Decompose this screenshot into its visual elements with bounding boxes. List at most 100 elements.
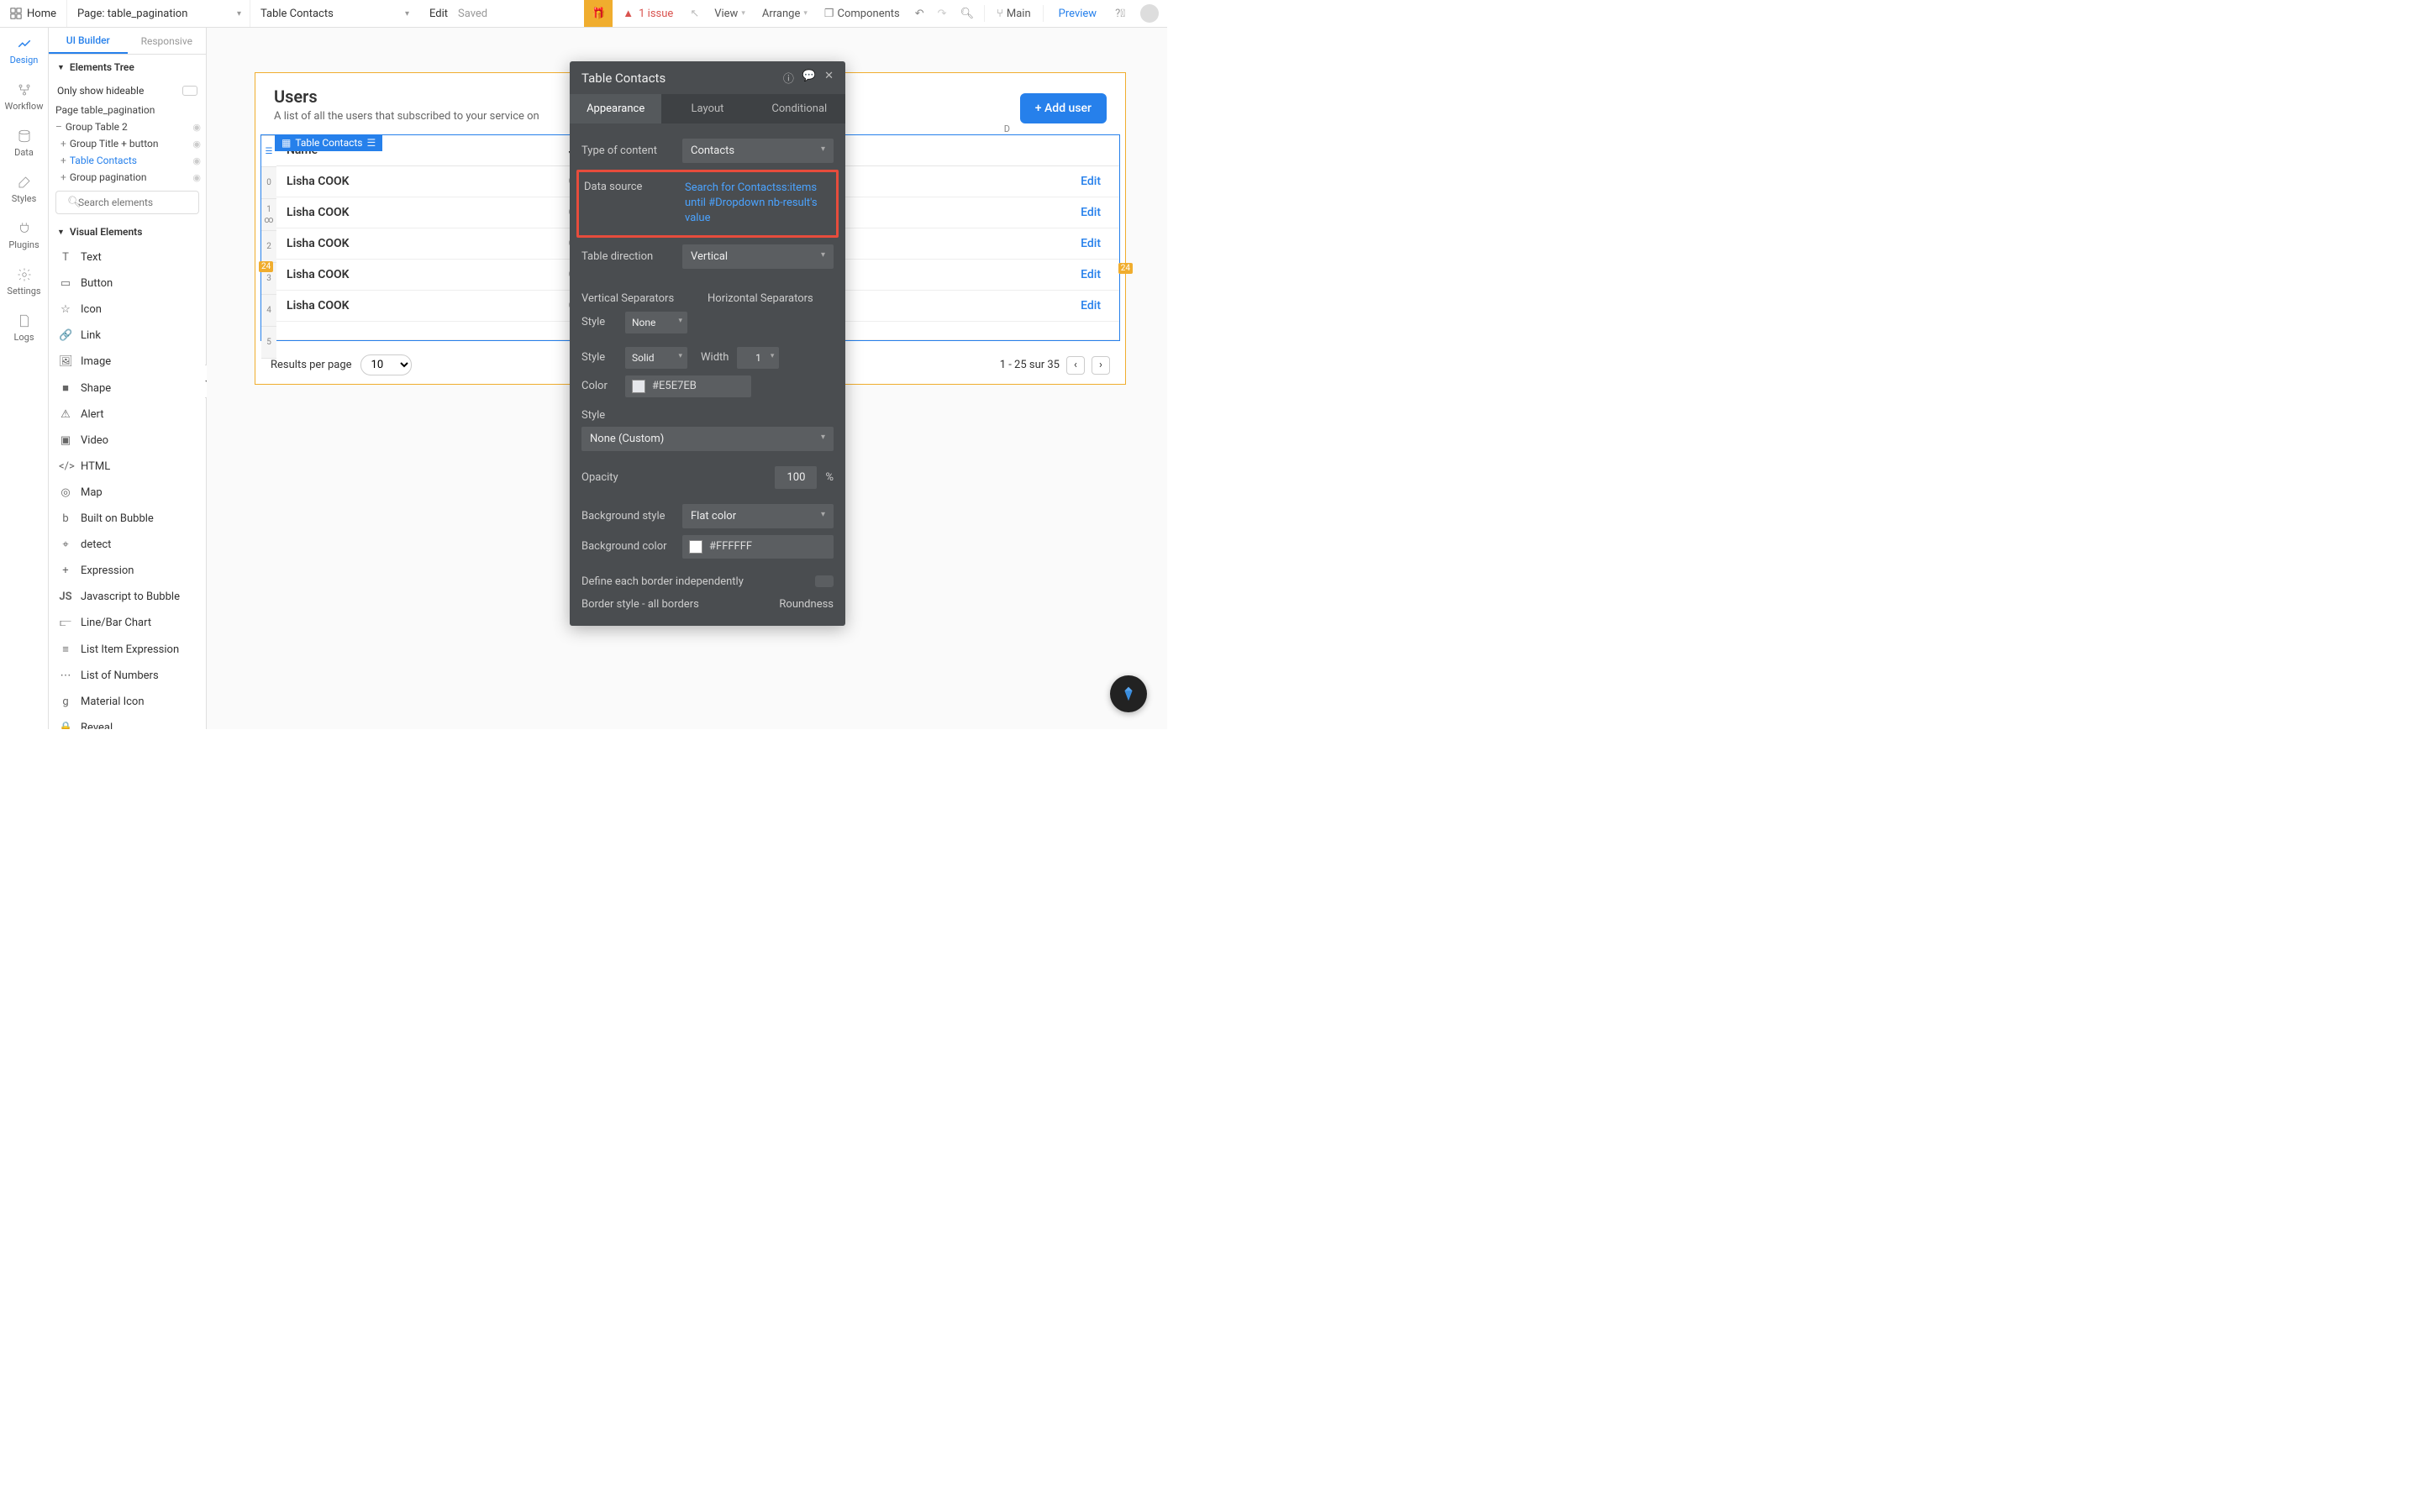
tab-appearance[interactable]: Appearance [570,94,661,123]
ve-material-icon[interactable]: gMaterial Icon [49,689,206,715]
ve-shape[interactable]: ■Shape [49,375,206,402]
tree-group-title-button[interactable]: +Group Title + button◉ [49,135,206,152]
ve-js-to-bubble[interactable]: JSJavascript to Bubble [49,584,206,610]
info-icon[interactable]: ⓘ [783,70,794,86]
ve-built-on-bubble[interactable]: bBuilt on Bubble [49,506,206,532]
rail-design[interactable]: Design [0,28,48,74]
opacity-input[interactable]: 100 [775,466,817,489]
row-index[interactable]: 2 [261,231,276,263]
ve-map[interactable]: ◎Map [49,480,206,506]
preview-button[interactable]: Preview [1047,8,1108,20]
row-index[interactable]: 5 [261,327,276,359]
ve-video[interactable]: ▣Video [49,428,206,454]
eye-icon[interactable]: ◉ [192,155,201,166]
user-avatar[interactable] [1140,4,1159,23]
tree-table-contacts[interactable]: +Table Contacts◉ [49,152,206,169]
rail-workflow[interactable]: Workflow [0,74,48,120]
ve-expression[interactable]: +Expression [49,558,206,584]
add-user-button[interactable]: + Add user [1020,93,1107,123]
row-index[interactable]: 243 [261,263,276,295]
visual-elements-header[interactable]: ▼Visual Elements [49,219,206,244]
ve-button[interactable]: ▭Button [49,270,206,297]
tree-page[interactable]: Page table_pagination [49,102,206,118]
issues-button[interactable]: ▲ 1 issue [613,7,683,20]
eye-icon[interactable]: ◉ [192,172,201,183]
plus-icon: + [59,564,72,577]
branch-menu[interactable]: ⑂ Main [988,0,1039,27]
property-inspector[interactable]: Table Contacts ⓘ 💬 ✕ Appearance Layout C… [570,61,845,626]
close-icon[interactable]: ✕ [824,70,834,86]
eye-icon[interactable]: ◉ [192,122,201,133]
edit-row-link[interactable]: Edit [939,166,1119,197]
row-index[interactable]: 4 [261,295,276,327]
hsep-style-select[interactable]: Solid [625,347,687,369]
undo-button[interactable]: ↶ [908,0,931,27]
tab-conditional[interactable]: Conditional [754,94,845,123]
home-button[interactable]: Home [0,0,66,27]
arrange-label: Arrange [762,8,800,20]
ve-alert[interactable]: ⚠Alert [49,402,206,428]
ve-html[interactable]: </>HTML [49,454,206,480]
edit-row-link[interactable]: Edit [939,197,1119,228]
elements-tree-header[interactable]: ▼Elements Tree [49,55,206,80]
comment-icon[interactable]: 💬 [802,70,816,86]
components-button[interactable]: ❒ Components [816,0,908,27]
view-menu[interactable]: View▾ [706,0,754,27]
table-direction-select[interactable]: Vertical [682,244,834,269]
bg-color-input[interactable]: #FFFFFF [682,535,834,559]
next-page-button[interactable]: › [1092,356,1110,375]
results-per-page-label: Results per page [271,359,352,371]
rail-settings[interactable]: Settings [0,259,48,305]
element-style-select[interactable]: None (Custom) [581,427,834,451]
ve-icon[interactable]: ☆Icon [49,297,206,323]
data-source-expression[interactable]: Search for Contactss:items until #Dropdo… [685,181,831,227]
edit-row-link[interactable]: Edit [939,260,1119,291]
results-per-page-select[interactable]: 10 [360,354,412,375]
only-show-hideable-toggle[interactable] [182,86,197,96]
ve-line-bar-chart[interactable]: ⫍Line/Bar Chart [49,610,206,636]
page-dropdown[interactable]: Page: table_pagination [66,0,250,27]
rail-data[interactable]: Data [0,120,48,166]
edit-row-link[interactable]: Edit [939,291,1119,322]
help-fab[interactable] [1110,675,1147,712]
edit-row-link[interactable]: Edit [939,228,1119,260]
gift-button[interactable]: 🎁 [584,0,613,27]
ve-reveal[interactable]: 🔒Reveal [49,715,206,729]
ve-link[interactable]: 🔗Link [49,323,206,349]
cursor-button[interactable]: ↖ [683,0,706,27]
ve-list-item-expression[interactable]: ≡List Item Expression [49,636,206,663]
eye-icon[interactable]: ◉ [192,139,201,150]
rail-logs[interactable]: Logs [0,305,48,351]
tab-responsive[interactable]: Responsive [128,28,207,54]
define-border-toggle[interactable] [815,575,834,587]
element-dropdown[interactable]: Table Contacts [250,0,418,27]
tree-group-pagination[interactable]: +Group pagination◉ [49,169,206,186]
hsep-width-select[interactable]: 1 [737,347,779,369]
search-button[interactable]: 🔍︎ [954,0,981,27]
rail-styles[interactable]: Styles [0,166,48,213]
button-icon: ▭ [59,277,72,290]
prev-page-button[interactable]: ‹ [1066,356,1085,375]
tree-group-table[interactable]: –Group Table 2◉ [49,118,206,135]
border-style-label: Border style - all borders [581,598,771,611]
element-selection-tag[interactable]: ▦ Table Contacts ☰ [275,134,382,151]
vsep-style-select[interactable]: None [625,312,687,333]
row-index[interactable]: 0 [261,167,276,199]
edit-label[interactable]: Edit [429,8,448,20]
redo-button[interactable]: ↷ [931,0,954,27]
ve-text[interactable]: TText [49,244,206,270]
bg-style-select[interactable]: Flat color [682,504,834,528]
tag-menu-icon[interactable]: ☰ [367,137,376,149]
ve-detect[interactable]: ⌖detect [49,532,206,558]
type-of-content-select[interactable]: Contacts [682,139,834,163]
tab-ui-builder[interactable]: UI Builder [49,28,128,54]
row-index[interactable]: 1∞ [261,199,276,231]
help-button[interactable]: ?⃝ [1108,0,1132,27]
tab-layout[interactable]: Layout [661,94,753,123]
ve-list-of-numbers[interactable]: ⋯List of Numbers [49,663,206,689]
arrange-menu[interactable]: Arrange▾ [754,0,816,27]
ve-image[interactable]: 🖼Image [49,349,206,375]
hsep-color-input[interactable]: #E5E7EB [625,375,751,397]
rail-plugins[interactable]: Plugins [0,213,48,259]
opacity-unit: % [825,471,834,484]
